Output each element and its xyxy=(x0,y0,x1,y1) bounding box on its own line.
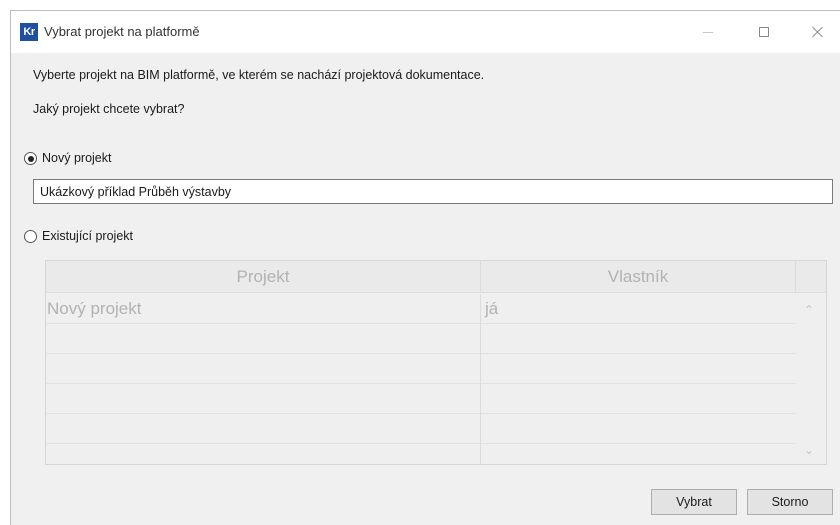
minimize-button[interactable] xyxy=(685,11,731,53)
table-cell-empty xyxy=(46,384,481,414)
maximize-icon xyxy=(759,27,769,37)
window-title: Vybrat projekt na platformě xyxy=(44,24,200,39)
description-text: Vyberte projekt na BIM platformě, ve kte… xyxy=(33,68,485,82)
table-row: Nový projekt já xyxy=(46,294,796,324)
table-header: Projekt Vlastník xyxy=(46,261,826,293)
table-cell-project: Nový projekt xyxy=(46,294,481,324)
table-row-empty xyxy=(46,384,796,414)
projects-table: Projekt Vlastník Nový projekt já ⌃ ⌄ xyxy=(45,260,827,465)
table-row-empty xyxy=(46,444,796,464)
maximize-button[interactable] xyxy=(741,11,787,53)
table-cell-owner: já xyxy=(485,299,499,318)
existing-project-label[interactable]: Existující projekt xyxy=(42,229,133,243)
close-button[interactable] xyxy=(795,11,840,53)
table-cell-empty xyxy=(46,324,481,354)
new-project-name-input[interactable] xyxy=(33,179,833,204)
minimize-icon xyxy=(703,31,713,33)
scroll-down-arrow-icon: ⌄ xyxy=(803,443,815,457)
title-bar[interactable]: Kr Vybrat projekt na platformě xyxy=(11,11,840,53)
table-row-empty xyxy=(46,354,796,384)
column-header-owner: Vlastník xyxy=(481,261,796,293)
select-button[interactable]: Vybrat xyxy=(651,489,737,515)
table-row-empty xyxy=(46,414,796,444)
table-cell-empty xyxy=(46,414,481,444)
dialog-window: Kr Vybrat projekt na platformě Vyberte p… xyxy=(10,10,840,525)
table-row-empty xyxy=(46,324,796,354)
close-icon xyxy=(812,26,824,38)
table-cell-empty xyxy=(46,444,481,464)
table-cell-empty xyxy=(46,354,481,384)
question-text: Jaký projekt chcete vybrat? xyxy=(33,102,185,116)
scroll-up-arrow-icon: ⌃ xyxy=(803,303,815,317)
app-logo-icon: Kr xyxy=(20,23,38,41)
cancel-button[interactable]: Storno xyxy=(747,489,833,515)
existing-project-radio[interactable] xyxy=(24,230,37,243)
new-project-radio[interactable] xyxy=(24,152,37,165)
column-header-project: Projekt xyxy=(46,261,481,293)
new-project-label[interactable]: Nový projekt xyxy=(42,151,111,165)
